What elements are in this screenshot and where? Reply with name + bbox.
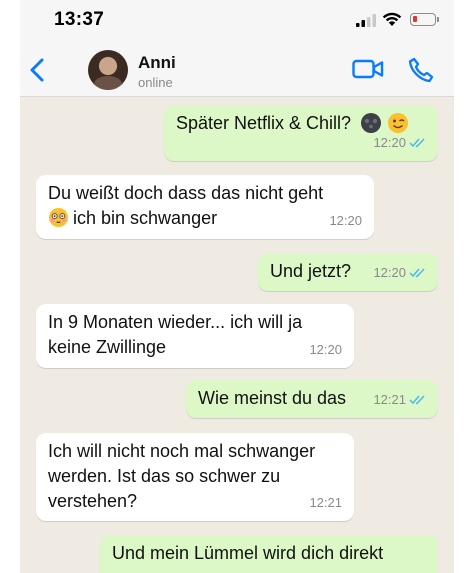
message-meta: 12:21 bbox=[309, 490, 342, 515]
message-text-line: Ich will nicht noch mal schwanger bbox=[48, 441, 316, 461]
message-meta: 12:20 bbox=[309, 337, 342, 362]
read-receipt-icon bbox=[409, 138, 425, 148]
message-bubble-outgoing[interactable]: Und mein Lümmel wird dich direkt bbox=[100, 535, 438, 573]
message-meta: 12:20 bbox=[329, 208, 362, 233]
message-text-line: keine Zwillinge bbox=[48, 337, 167, 357]
message-text-line: verstehen? bbox=[48, 491, 138, 511]
message-text: Und mein Lümmel wird dich direkt bbox=[112, 543, 384, 563]
message-text: Später Netflix & Chill? bbox=[176, 113, 352, 133]
message-time: 12:21 bbox=[373, 392, 406, 407]
signal-icon bbox=[356, 14, 376, 27]
battery-level bbox=[413, 16, 417, 22]
message-time: 12:20 bbox=[373, 135, 406, 150]
flushed-face-icon bbox=[48, 208, 69, 228]
read-receipt-icon bbox=[409, 268, 425, 278]
phone-icon[interactable] bbox=[408, 57, 434, 83]
message-time: 12:20 bbox=[309, 342, 342, 357]
chevron-left-icon[interactable] bbox=[26, 56, 50, 84]
message-bubble-outgoing[interactable]: Später Netflix & Chill? 12:20 bbox=[164, 105, 438, 161]
message-text-line: ich bin schwanger bbox=[73, 208, 218, 228]
wifi-icon bbox=[382, 12, 402, 26]
status-bar: 13:37 bbox=[20, 0, 454, 44]
message-time: 12:21 bbox=[309, 495, 342, 510]
message-time: 12:20 bbox=[373, 265, 406, 280]
message-meta: 12:20 bbox=[373, 130, 426, 155]
chat-area: Später Netflix & Chill? 12:20 Du weißt d… bbox=[20, 97, 454, 573]
message-text-line: In 9 Monaten wieder... ich will ja bbox=[48, 312, 303, 332]
message-bubble-incoming[interactable]: Du weißt doch dass das nicht geht ich bi… bbox=[36, 175, 374, 239]
message-bubble-outgoing[interactable]: Und jetzt? 12:20 bbox=[258, 253, 438, 291]
message-text: Und jetzt? bbox=[270, 261, 352, 281]
message-time: 12:20 bbox=[329, 213, 362, 228]
message-text-line: werden. Ist das so schwer zu bbox=[48, 466, 281, 486]
phone-screen: 13:37 Anni online Später Netflix & Chill… bbox=[20, 0, 454, 573]
message-bubble-incoming[interactable]: In 9 Monaten wieder... ich will ja keine… bbox=[36, 304, 354, 368]
message-meta: 12:21 bbox=[373, 387, 426, 412]
message-meta: 12:20 bbox=[373, 260, 426, 285]
message-bubble-incoming[interactable]: Ich will nicht noch mal schwanger werden… bbox=[36, 433, 354, 521]
message-text: Wie meinst du das bbox=[198, 388, 347, 408]
message-text-line: Du weißt doch dass das nicht geht bbox=[48, 183, 324, 203]
avatar[interactable] bbox=[88, 50, 128, 90]
video-camera-icon[interactable] bbox=[352, 58, 384, 80]
message-bubble-outgoing[interactable]: Wie meinst du das 12:21 bbox=[186, 380, 438, 418]
status-time: 13:37 bbox=[54, 9, 105, 30]
read-receipt-icon bbox=[409, 395, 425, 405]
contact-status: online bbox=[138, 75, 173, 90]
chat-header: Anni online bbox=[20, 44, 454, 97]
battery-icon bbox=[410, 13, 439, 26]
contact-name[interactable]: Anni bbox=[138, 53, 176, 73]
